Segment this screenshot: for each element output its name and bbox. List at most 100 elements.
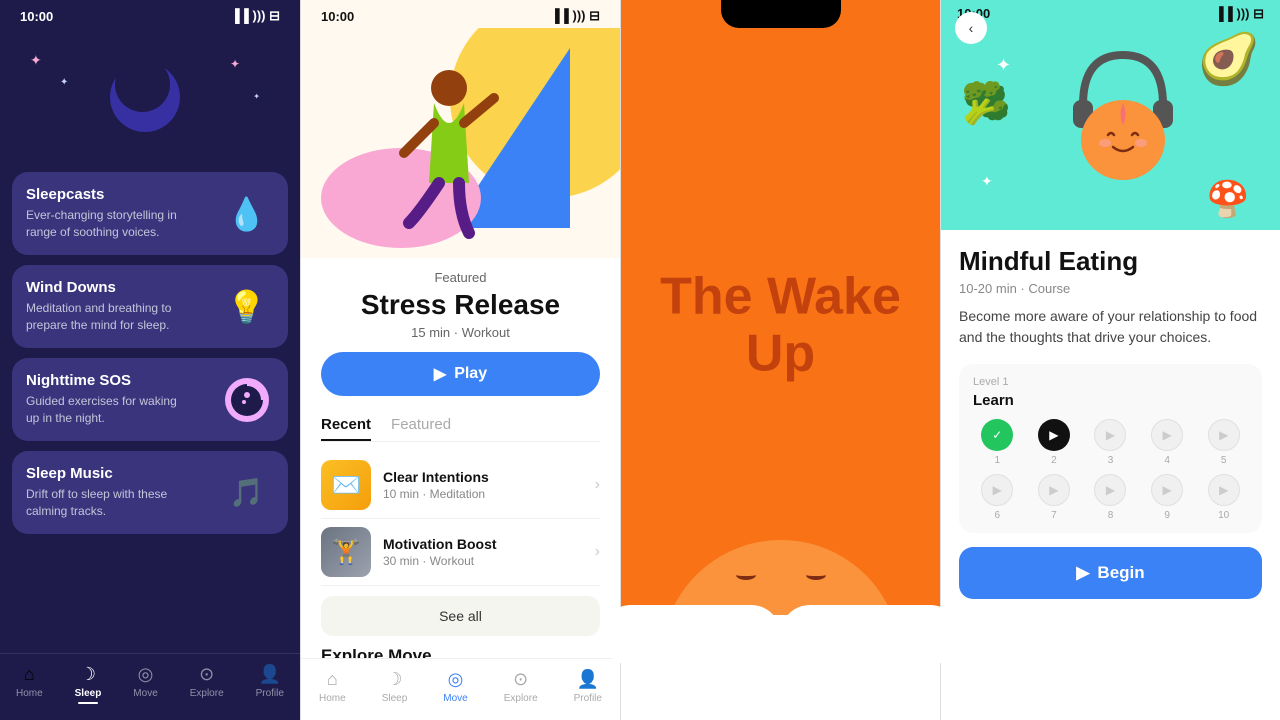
phone2-content: Featured Stress Release 15 min · Workout… xyxy=(301,258,620,658)
motivation-boost-thumb: 🏋️ xyxy=(321,527,371,577)
p2-nav-explore[interactable]: ⊙ Explore xyxy=(504,669,538,704)
sleep-icon: ☽ xyxy=(80,664,96,685)
level-section: Level 1 Learn ✓ 1 ▶ 2 ▶ 3 ▶ 4 xyxy=(959,364,1262,533)
clear-intentions-text: Clear Intentions 10 min · Meditation xyxy=(383,469,583,501)
step-num-7: 7 xyxy=(1051,510,1057,521)
mindful-eating-meta: 10-20 min · Course xyxy=(959,281,1262,296)
play-label: Play xyxy=(454,365,487,383)
step-circle-10: ▶ xyxy=(1208,474,1240,506)
motivation-boost-meta: 30 min · Workout xyxy=(383,554,583,568)
nav-sleep[interactable]: ☽ Sleep xyxy=(75,664,102,704)
nav-explore-label: Explore xyxy=(190,688,224,699)
explore-section: Explore Move xyxy=(321,646,600,658)
phone2-time: 10:00 xyxy=(321,9,354,24)
nighttime-sos-item[interactable]: Nighttime SOS Guided exercises for wakin… xyxy=(12,358,288,441)
sleepcasts-item[interactable]: Sleepcasts Ever-changing storytelling in… xyxy=(12,172,288,255)
steps-grid: ✓ 1 ▶ 2 ▶ 3 ▶ 4 ▶ 5 xyxy=(973,419,1248,521)
step-6[interactable]: ▶ 6 xyxy=(973,474,1022,521)
phone2: 10:00 ▐▐ ))) ⊟ Featured Stress Releas xyxy=(300,0,620,720)
nav-home[interactable]: ⌂ Home xyxy=(16,664,43,704)
motivation-boost-title: Motivation Boost xyxy=(383,536,583,552)
back-button[interactable]: ‹ xyxy=(955,12,987,44)
step-9[interactable]: ▶ 9 xyxy=(1143,474,1192,521)
nav-move[interactable]: ◎ Move xyxy=(133,664,157,704)
step-8[interactable]: ▶ 8 xyxy=(1086,474,1135,521)
mindful-eating-desc: Become more aware of your relationship t… xyxy=(959,306,1262,348)
nav-profile-label: Profile xyxy=(256,688,284,699)
step-circle-9: ▶ xyxy=(1151,474,1183,506)
p2-nav-home[interactable]: ⌂ Home xyxy=(319,669,346,704)
tabs: Recent Featured xyxy=(321,410,600,442)
nighttime-title: Nighttime SOS xyxy=(26,372,181,389)
step-circle-8: ▶ xyxy=(1094,474,1126,506)
recent-item-motivation[interactable]: 🏋️ Motivation Boost 30 min · Workout › xyxy=(321,519,600,586)
p2-nav-sleep[interactable]: ☽ Sleep xyxy=(382,669,408,704)
winddowns-title: Wind Downs xyxy=(26,279,181,296)
move-icon: ◎ xyxy=(138,664,154,685)
play-icon: ▶ xyxy=(434,364,446,384)
step-4[interactable]: ▶ 4 xyxy=(1143,419,1192,466)
phone1-status-bar: 10:00 ▐▐ ))) ⊟ xyxy=(0,0,300,32)
recent-item-clear[interactable]: ✉️ Clear Intentions 10 min · Meditation … xyxy=(321,452,600,519)
wake-up-container: The Wake Up xyxy=(651,269,911,383)
broccoli-icon: 🥦 xyxy=(961,80,1011,127)
step-circle-2: ▶ xyxy=(1038,419,1070,451)
sleep-music-item[interactable]: Sleep Music Drift off to sleep with thes… xyxy=(12,451,288,534)
p2-move-label: Move xyxy=(443,693,467,704)
step-num-10: 10 xyxy=(1218,510,1229,521)
nav-move-label: Move xyxy=(133,688,157,699)
step-num-3: 3 xyxy=(1108,455,1114,466)
begin-button[interactable]: ▶ Begin xyxy=(959,547,1262,599)
p2-profile-label: Profile xyxy=(574,693,602,704)
winddowns-item[interactable]: Wind Downs Meditation and breathing to p… xyxy=(12,265,288,348)
phone4-status-bar: 10:00 ▐▐ ))) ⊟ xyxy=(941,0,1280,24)
sleepcasts-text: Sleepcasts Ever-changing storytelling in… xyxy=(26,186,181,241)
nav-sleep-label: Sleep xyxy=(75,688,102,699)
step-2[interactable]: ▶ 2 xyxy=(1030,419,1079,466)
sleep-icon: ☽ xyxy=(386,669,402,690)
phone2-status-bar: 10:00 ▐▐ ))) ⊟ xyxy=(301,0,620,28)
level-label: Level 1 xyxy=(973,376,1248,388)
step-num-8: 8 xyxy=(1108,510,1114,521)
phone1-nav: ⌂ Home ☽ Sleep ◎ Move ⊙ Explore 👤 Profil… xyxy=(0,653,300,720)
p2-nav-profile[interactable]: 👤 Profile xyxy=(574,669,602,704)
play-button[interactable]: ▶ Play xyxy=(321,352,600,396)
phone2-nav: ⌂ Home ☽ Sleep ◎ Move ⊙ Explore 👤 Profil… xyxy=(301,658,620,720)
tab-recent[interactable]: Recent xyxy=(321,410,371,441)
chevron-icon: › xyxy=(595,543,600,561)
step-10[interactable]: ▶ 10 xyxy=(1199,474,1248,521)
phone1-hero: ✦ ✦ ✦ ✦ xyxy=(0,32,300,172)
winddowns-text: Wind Downs Meditation and breathing to p… xyxy=(26,279,181,334)
phone2-icons: ▐▐ ))) ⊟ xyxy=(550,8,600,24)
nav-explore[interactable]: ⊙ Explore xyxy=(190,664,224,704)
step-1[interactable]: ✓ 1 xyxy=(973,419,1022,466)
step-3[interactable]: ▶ 3 xyxy=(1086,419,1135,466)
step-circle-5: ▶ xyxy=(1208,419,1240,451)
star-icon: ✦ xyxy=(60,77,68,88)
moon-graphic xyxy=(110,62,190,142)
see-all-button[interactable]: See all xyxy=(321,596,600,636)
phone2-hero xyxy=(301,28,620,258)
step-circle-4: ▶ xyxy=(1151,419,1183,451)
hero-person xyxy=(389,63,509,258)
mushroom-icon: 🍄 xyxy=(1206,179,1250,220)
step-5[interactable]: ▶ 5 xyxy=(1199,419,1248,466)
home-icon: ⌂ xyxy=(327,669,338,690)
p2-explore-label: Explore xyxy=(504,693,538,704)
tab-featured[interactable]: Featured xyxy=(391,410,451,441)
step-num-4: 4 xyxy=(1164,455,1170,466)
step-circle-7: ▶ xyxy=(1038,474,1070,506)
nav-profile[interactable]: 👤 Profile xyxy=(256,664,284,704)
wake-up-title: The Wake Up xyxy=(651,269,911,383)
p2-home-label: Home xyxy=(319,693,346,704)
step-num-1: 1 xyxy=(995,455,1001,466)
star-icon: ✦ xyxy=(30,52,42,69)
step-7[interactable]: ▶ 7 xyxy=(1030,474,1079,521)
phone1-items: Sleepcasts Ever-changing storytelling in… xyxy=(0,172,300,653)
p2-nav-move[interactable]: ◎ Move xyxy=(443,669,467,704)
sleep-music-icon: 🎵 xyxy=(219,465,274,520)
sleepcasts-icon: 💧 xyxy=(219,186,274,241)
star-icon: ✦ xyxy=(230,57,240,71)
phone3: The Wake Up xyxy=(620,0,940,720)
phone4-hero: 10:00 ▐▐ ))) ⊟ ‹ 🥑 🥦 🍄 xyxy=(941,0,1280,230)
